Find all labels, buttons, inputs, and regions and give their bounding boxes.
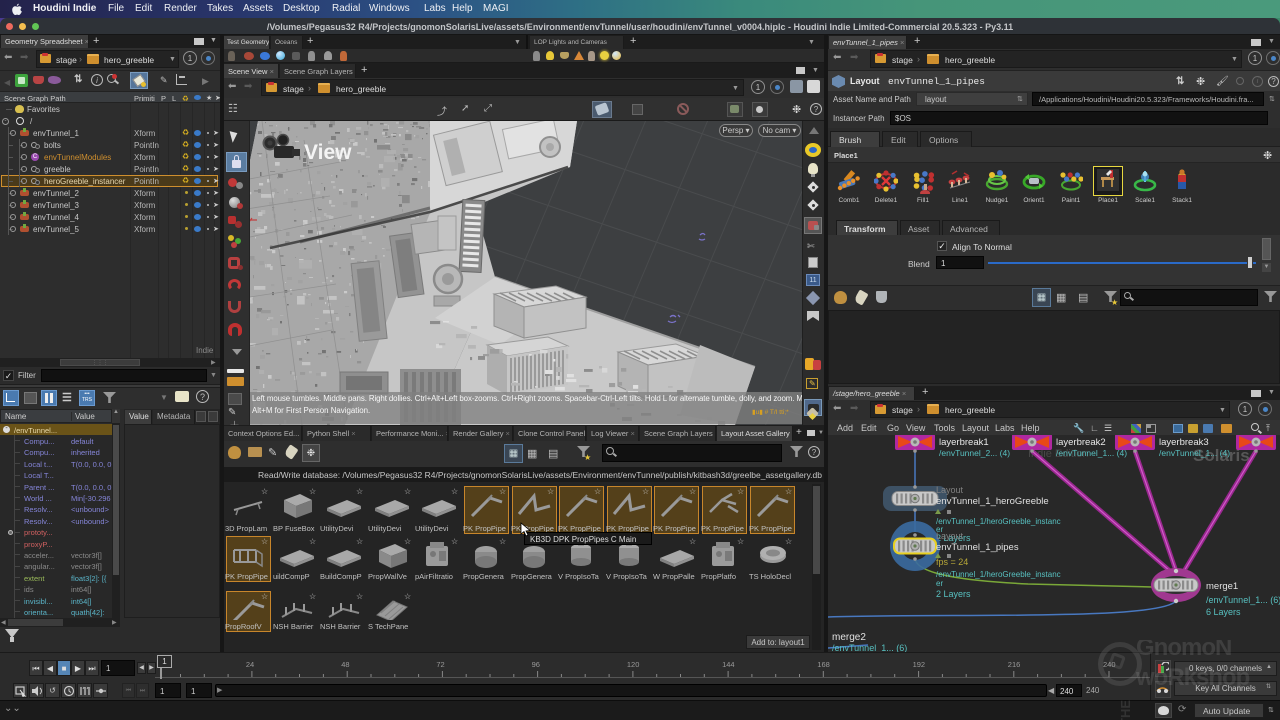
svg-text:120: 120 [627,660,640,669]
svg-text:layerbreak1: layerbreak1 [939,437,989,448]
svg-text:merge2: merge2 [832,632,866,643]
svg-text:layerbreak3: layerbreak3 [1159,437,1209,448]
svg-text:216: 216 [1008,660,1021,669]
svg-text:6 Layers: 6 Layers [1206,607,1241,617]
svg-text:/envTunnel_1... (6): /envTunnel_1... (6) [1206,595,1280,605]
svg-text:192: 192 [913,660,926,669]
svg-text:merge1: merge1 [1206,581,1238,592]
svg-text:Layout: Layout [936,531,964,541]
svg-text:layerbreak2: layerbreak2 [1056,437,1106,448]
svg-text:Layout: Layout [936,485,964,495]
svg-text:48: 48 [341,660,349,669]
svg-text:240: 240 [1103,660,1116,669]
svg-text:fps = 24: fps = 24 [936,557,968,567]
svg-text:envTunnel_1_pipes: envTunnel_1_pipes [936,542,1019,553]
svg-text:/envTunnel_1/heroGreeble_insta: /envTunnel_1/heroGreeble_instanc [936,517,1061,526]
svg-text:2 Layers: 2 Layers [936,589,971,599]
svg-text:er: er [936,579,943,588]
svg-text:/envTunnel_1/heroGreeble_insta: /envTunnel_1/heroGreeble_instanc [936,570,1061,579]
svg-text:/envTunnel_2... (4): /envTunnel_2... (4) [939,448,1010,458]
svg-text:/envTunnel_1... (4): /envTunnel_1... (4) [1159,448,1230,458]
svg-text:24: 24 [246,660,254,669]
svg-text:168: 168 [817,660,830,669]
svg-text:144: 144 [722,660,735,669]
svg-text:/envTunnel_1... (6): /envTunnel_1... (6) [832,643,907,652]
svg-text:View: View [304,141,352,164]
svg-text:72: 72 [436,660,444,669]
svg-text:envTunnel_1_heroGreeble: envTunnel_1_heroGreeble [936,496,1049,507]
svg-text:96: 96 [532,660,540,669]
